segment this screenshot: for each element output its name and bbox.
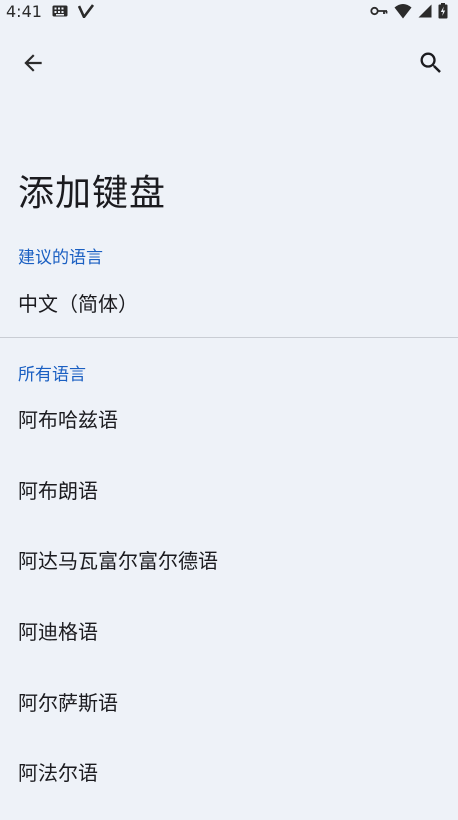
search-button[interactable] [408,42,454,88]
battery-icon [438,3,448,19]
key-icon [370,5,388,17]
list-item-suggested-chinese-simplified[interactable]: 中文（简体） [0,272,458,332]
list-item-alsatian[interactable]: 阿尔萨斯语 [0,671,458,731]
signal-icon [418,4,432,18]
page-title: 添加键盘 [18,173,167,214]
back-button[interactable] [10,42,56,88]
status-right [370,3,448,19]
divider [0,337,458,338]
search-icon [417,49,445,81]
suggested-languages-header: 建议的语言 [18,248,103,268]
status-left: 4:41 [6,2,94,21]
keyboard-icon [52,5,68,17]
list-item-afar[interactable]: 阿法尔语 [0,741,458,801]
app-bar [0,40,458,92]
list-item-abron[interactable]: 阿布朗语 [0,459,458,519]
wifi-icon [394,3,412,19]
list-item-adyghe[interactable]: 阿迪格语 [0,600,458,660]
status-bar: 4:41 [0,0,458,22]
v-icon [77,4,94,18]
all-languages-header: 所有语言 [18,365,86,385]
list-item-adamawa-fulfulde[interactable]: 阿达马瓦富尔富尔德语 [0,529,458,589]
list-item-abkhazian[interactable]: 阿布哈兹语 [0,388,458,448]
status-time: 4:41 [6,1,42,21]
arrow-back-icon [20,50,46,80]
